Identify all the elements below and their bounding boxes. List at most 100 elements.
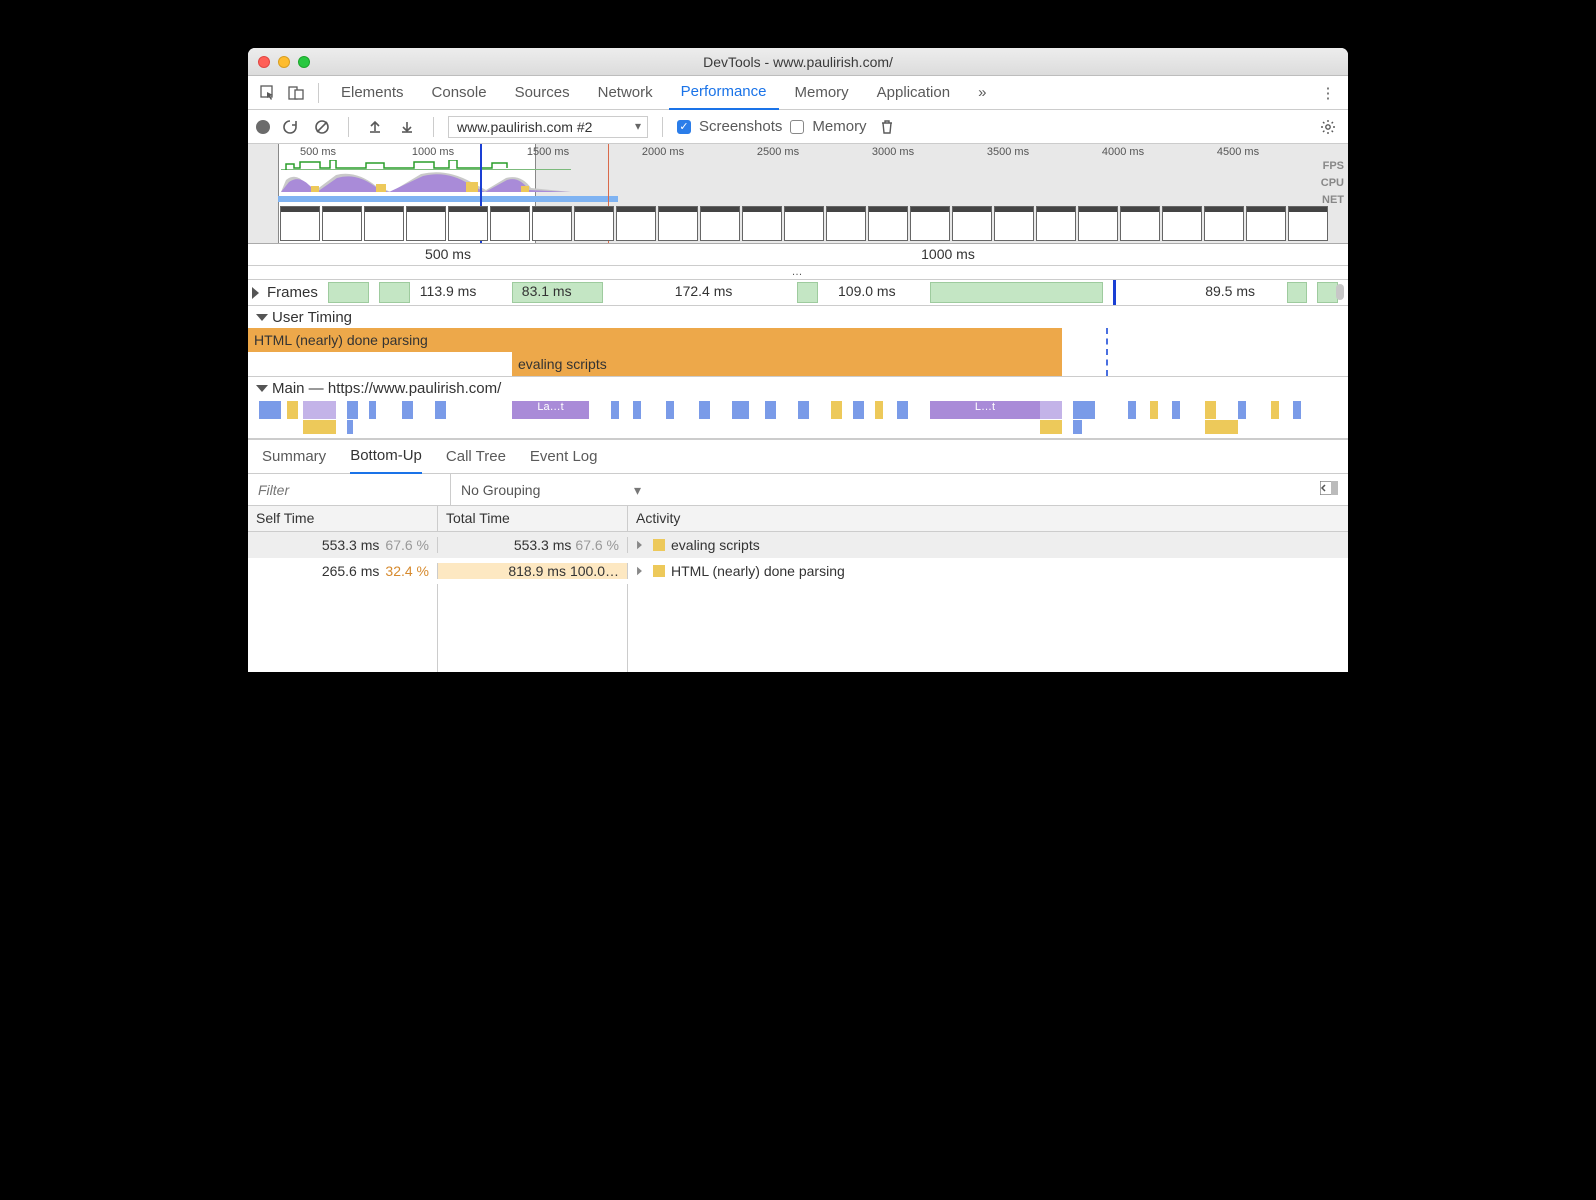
filmstrip-frame[interactable] xyxy=(1120,206,1160,241)
table-body: 553.3 ms 67.6 % 553.3 ms 67.6 % evaling … xyxy=(248,532,1348,672)
divider xyxy=(433,117,434,137)
frames-lane[interactable]: Frames 113.9 ms 83.1 ms 172.4 ms 109.0 m… xyxy=(248,280,1348,306)
expand-icon[interactable] xyxy=(637,541,642,549)
filmstrip-frame[interactable] xyxy=(658,206,698,241)
table-row[interactable]: 265.6 ms 32.4 % 818.9 ms 100.0… HTML (ne… xyxy=(248,558,1348,584)
filmstrip-frame[interactable] xyxy=(532,206,572,241)
frame-duration: 109.0 ms xyxy=(838,283,896,299)
filmstrip-frame[interactable] xyxy=(994,206,1034,241)
tab-performance[interactable]: Performance xyxy=(669,76,779,110)
flame-block[interactable]: La…t xyxy=(512,401,589,419)
user-timing-header[interactable]: User Timing xyxy=(248,306,1348,328)
filmstrip-frame[interactable] xyxy=(784,206,824,241)
tab-summary[interactable]: Summary xyxy=(262,440,326,474)
filmstrip-frame[interactable] xyxy=(574,206,614,241)
tab-event-log[interactable]: Event Log xyxy=(530,440,598,474)
col-total-time[interactable]: Total Time xyxy=(438,506,628,531)
zoom-window-button[interactable] xyxy=(298,56,310,68)
collapse-icon[interactable] xyxy=(256,385,268,392)
col-activity[interactable]: Activity xyxy=(628,506,1348,531)
tab-network[interactable]: Network xyxy=(586,76,665,110)
filmstrip-frame[interactable] xyxy=(868,206,908,241)
collapsed-lanes-indicator[interactable]: … xyxy=(248,266,1348,280)
tab-bottom-up[interactable]: Bottom-Up xyxy=(350,440,422,474)
filmstrip-frame[interactable] xyxy=(1204,206,1244,241)
filmstrip-frame[interactable] xyxy=(1288,206,1328,241)
tick-label: 4000 ms xyxy=(1102,146,1144,158)
reload-record-icon[interactable] xyxy=(278,115,302,139)
grouping-select[interactable]: No Grouping xyxy=(451,482,651,498)
filmstrip-frame[interactable] xyxy=(280,206,320,241)
self-pct: 32.4 % xyxy=(385,563,429,579)
total-pct: 100.0… xyxy=(570,563,619,579)
total-pct: 67.6 % xyxy=(575,537,619,553)
load-profile-icon[interactable] xyxy=(363,115,387,139)
memory-checkbox[interactable] xyxy=(790,120,804,134)
tick-label: 2500 ms xyxy=(757,146,799,158)
filmstrip-frame[interactable] xyxy=(700,206,740,241)
expand-icon[interactable] xyxy=(637,567,642,575)
activity-name: evaling scripts xyxy=(671,537,760,553)
filmstrip-frame[interactable] xyxy=(406,206,446,241)
table-row[interactable]: 553.3 ms 67.6 % 553.3 ms 67.6 % evaling … xyxy=(248,532,1348,558)
tab-sources[interactable]: Sources xyxy=(503,76,582,110)
filmstrip-frame[interactable] xyxy=(364,206,404,241)
clear-icon[interactable] xyxy=(310,115,334,139)
net-bar xyxy=(278,196,618,202)
device-toolbar-icon[interactable] xyxy=(284,81,308,105)
frames-header[interactable]: Frames xyxy=(248,284,328,301)
tab-application[interactable]: Application xyxy=(865,76,962,110)
show-heaviest-stack-icon[interactable] xyxy=(1310,481,1348,498)
frames-track[interactable]: 113.9 ms 83.1 ms 172.4 ms 109.0 ms 89.5 … xyxy=(328,280,1348,305)
record-button[interactable] xyxy=(256,120,270,134)
filmstrip-frame[interactable] xyxy=(1162,206,1202,241)
timeline-overview[interactable]: 500 ms 1000 ms 1500 ms 2000 ms 2500 ms 3… xyxy=(248,144,1348,244)
tabs-overflow[interactable]: » xyxy=(966,76,998,110)
minimize-window-button[interactable] xyxy=(278,56,290,68)
scrollbar-thumb[interactable] xyxy=(1336,284,1344,300)
inspect-element-icon[interactable] xyxy=(256,81,280,105)
screenshots-checkbox[interactable]: ✓ xyxy=(677,120,691,134)
main-lane[interactable]: Main — https://www.paulirish.com/ La…t L… xyxy=(248,377,1348,440)
close-window-button[interactable] xyxy=(258,56,270,68)
filmstrip-frame[interactable] xyxy=(1036,206,1076,241)
user-timing-lane[interactable]: User Timing HTML (nearly) done parsing e… xyxy=(248,306,1348,377)
filmstrip[interactable] xyxy=(278,204,1348,243)
collapse-icon[interactable] xyxy=(256,314,268,321)
kebab-menu-icon[interactable]: ⋮ xyxy=(1316,81,1340,105)
filmstrip-frame[interactable] xyxy=(1246,206,1286,241)
tab-call-tree[interactable]: Call Tree xyxy=(446,440,506,474)
flame-block[interactable]: L…t xyxy=(930,401,1040,419)
panel-tabs: Elements Console Sources Network Perform… xyxy=(248,76,1348,110)
user-timing-bar[interactable]: HTML (nearly) done parsing xyxy=(248,328,1062,352)
col-self-time[interactable]: Self Time xyxy=(248,506,438,531)
filmstrip-frame[interactable] xyxy=(910,206,950,241)
filmstrip-frame[interactable] xyxy=(826,206,866,241)
filmstrip-frame[interactable] xyxy=(616,206,656,241)
user-timing-track[interactable]: HTML (nearly) done parsing evaling scrip… xyxy=(248,328,1348,376)
capture-settings-icon[interactable] xyxy=(1316,115,1340,139)
garbage-collect-icon[interactable] xyxy=(875,115,899,139)
details-tabs: Summary Bottom-Up Call Tree Event Log xyxy=(248,440,1348,474)
filmstrip-frame[interactable] xyxy=(448,206,488,241)
profile-select[interactable]: www.paulirish.com #2 xyxy=(448,116,648,138)
cpu-sparkline xyxy=(281,170,571,192)
save-profile-icon[interactable] xyxy=(395,115,419,139)
filter-input[interactable] xyxy=(248,474,451,505)
flamechart-ruler[interactable]: 500 ms 1000 ms xyxy=(248,244,1348,266)
main-flamechart[interactable]: La…t L…t xyxy=(248,399,1348,439)
tab-console[interactable]: Console xyxy=(420,76,499,110)
filmstrip-frame[interactable] xyxy=(1078,206,1118,241)
divider xyxy=(318,83,319,103)
divider xyxy=(348,117,349,137)
ruler-tick: 1000 ms xyxy=(921,246,975,262)
tab-memory[interactable]: Memory xyxy=(783,76,861,110)
filmstrip-frame[interactable] xyxy=(742,206,782,241)
filmstrip-frame[interactable] xyxy=(322,206,362,241)
expand-icon[interactable] xyxy=(252,287,259,299)
filmstrip-frame[interactable] xyxy=(490,206,530,241)
main-header[interactable]: Main — https://www.paulirish.com/ xyxy=(248,377,1348,399)
user-timing-bar[interactable]: evaling scripts xyxy=(512,352,1062,376)
tab-elements[interactable]: Elements xyxy=(329,76,416,110)
filmstrip-frame[interactable] xyxy=(952,206,992,241)
